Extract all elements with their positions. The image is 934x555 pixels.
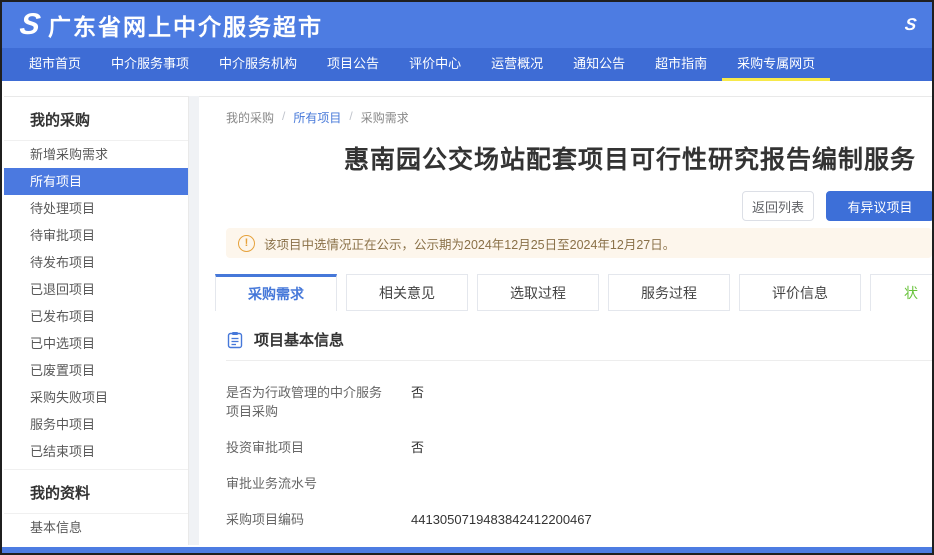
sidebar-item-pending-publish[interactable]: 待发布项目 [4,249,188,276]
sidebar-item-new-demand[interactable]: 新增采购需求 [4,141,188,168]
sidebar-item-in-service[interactable]: 服务中项目 [4,411,188,438]
field-label: 投资审批项目 [226,438,384,457]
breadcrumb: 我的采购 / 所有项目 / 采购需求 [226,109,932,126]
section-title: 项目基本信息 [254,329,344,350]
breadcrumb-all-projects[interactable]: 所有项目 [293,109,341,126]
sidebar-content-gap [189,96,199,545]
field-label: 采购项目编码 [226,510,384,529]
field-value: 4413050719483842412200467 [411,510,592,529]
main-nav: 超市首页 中介服务事项 中介服务机构 项目公告 评价中心 运营概况 通知公告 超… [2,48,932,81]
notice-text: 该项目中选情况正在公示，公示期为2024年12月25日至2024年12月27日。 [264,234,675,253]
sidebar-section-my-profile: 我的资料 [4,469,188,514]
sidebar-item-basic-info[interactable]: 基本信息 [4,514,188,541]
basic-info-fields: 是否为行政管理的中介服务项目采购 否 投资审批项目 否 审批业务流水号 采购项目… [226,375,932,555]
tab-procurement-demand[interactable]: 采购需求 [215,274,337,311]
site-title: 广东省网上中介服务超市 [48,8,323,42]
footer-strip [2,547,932,553]
site-logo-icon[interactable]: S [18,10,40,40]
nav-item-home[interactable]: 超市首页 [14,48,96,81]
field-row-admin-intermediary: 是否为行政管理的中介服务项目采购 否 [226,375,932,430]
sidebar-item-pending-approval[interactable]: 待审批项目 [4,222,188,249]
main-content: 我的采购 / 所有项目 / 采购需求 惠南园公交场站配套项目可行性研究报告编制服… [199,96,934,555]
nav-item-notices[interactable]: 通知公告 [558,48,640,81]
header: S 广东省网上中介服务超市 S [2,2,932,48]
objection-project-button[interactable]: 有异议项目 [826,191,934,221]
clipboard-icon [226,331,244,349]
nav-item-service-items[interactable]: 中介服务事项 [96,48,204,81]
sidebar-item-finished[interactable]: 已结束项目 [4,438,188,465]
sidebar-item-all-projects[interactable]: 所有项目 [4,168,188,195]
breadcrumb-my-procurement[interactable]: 我的采购 [226,109,274,126]
breadcrumb-separator: / [282,109,285,126]
nav-item-project-announcements[interactable]: 项目公告 [312,48,394,81]
tab-selection-process[interactable]: 选取过程 [477,274,599,311]
detail-tabs: 采购需求 相关意见 选取过程 服务过程 评价信息 状 [215,274,934,311]
back-to-list-button[interactable]: 返回列表 [742,191,814,221]
sidebar-item-abandoned[interactable]: 已废置项目 [4,357,188,384]
field-label: 审批业务流水号 [226,474,384,493]
breadcrumb-procurement-demand: 采购需求 [361,109,409,126]
sidebar-item-published[interactable]: 已发布项目 [4,303,188,330]
sidebar-item-selected[interactable]: 已中选项目 [4,330,188,357]
app-window: S 广东省网上中介服务超市 S 超市首页 中介服务事项 中介服务机构 项目公告 … [0,0,934,555]
field-row-project-code: 采购项目编码 4413050719483842412200467 [226,502,932,538]
field-row-approval-serial-number: 审批业务流水号 [226,466,932,502]
corner-logo-icon: S [903,15,917,35]
sidebar-item-pending-projects[interactable]: 待处理项目 [4,195,188,222]
tab-related-opinions[interactable]: 相关意见 [346,274,468,311]
nav-item-guide[interactable]: 超市指南 [640,48,722,81]
tab-status-clipped[interactable]: 状 [870,274,934,311]
tab-service-process[interactable]: 服务过程 [608,274,730,311]
field-value: 否 [411,438,424,457]
field-row-investment-approval: 投资审批项目 否 [226,430,932,466]
section-divider [226,360,932,361]
page-title: 惠南园公交场站配套项目可行性研究报告编制服务 [199,144,934,176]
breadcrumb-separator: / [349,109,352,126]
nav-item-purchaser-page[interactable]: 采购专属网页 [722,48,830,81]
tab-evaluation-info[interactable]: 评价信息 [739,274,861,311]
publicity-notice-banner: ! 该项目中选情况正在公示，公示期为2024年12月25日至2024年12月27… [226,228,932,258]
field-label: 是否为行政管理的中介服务项目采购 [226,383,384,421]
nav-item-operations-overview[interactable]: 运营概况 [476,48,558,81]
sidebar-item-failed[interactable]: 采购失败项目 [4,384,188,411]
action-buttons: 返回列表 有异议项目 [742,191,934,221]
nav-item-service-agencies[interactable]: 中介服务机构 [204,48,312,81]
sidebar-item-returned[interactable]: 已退回项目 [4,276,188,303]
nav-item-evaluation-center[interactable]: 评价中心 [394,48,476,81]
warning-icon: ! [238,235,255,252]
section-header-basic-info: 项目基本信息 [226,329,934,350]
sidebar: 我的采购 新增采购需求 所有项目 待处理项目 待审批项目 待发布项目 已退回项目… [4,96,189,545]
sidebar-section-my-procurement: 我的采购 [4,97,188,141]
field-value: 否 [411,383,424,421]
